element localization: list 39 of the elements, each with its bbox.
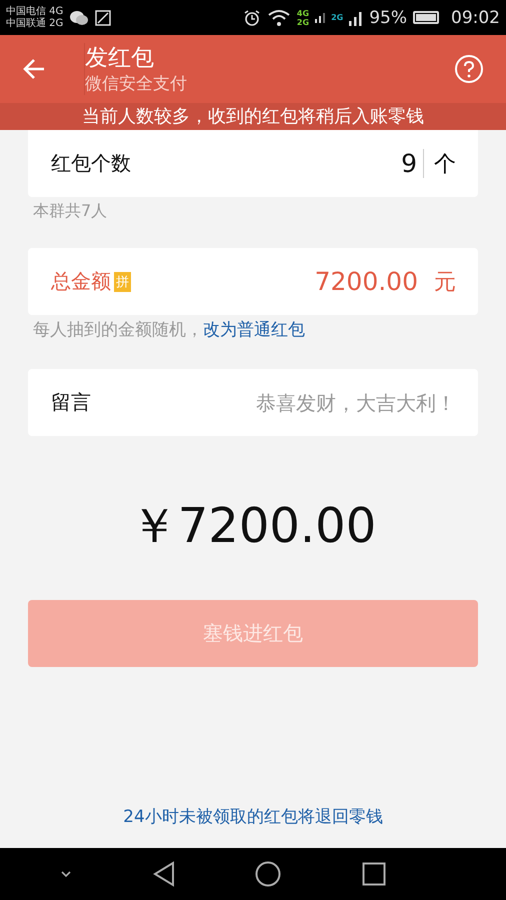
notice-banner: 当前人数较多，收到的红包将稍后入账零钱 (0, 103, 506, 130)
wifi-icon (266, 8, 291, 26)
count-label: 红包个数 (51, 150, 131, 177)
chevron-down-icon[interactable] (60, 870, 72, 878)
group-hint: 本群共7人 (33, 201, 108, 222)
switch-link[interactable]: 改为普通红包 (203, 320, 305, 340)
help-icon[interactable] (454, 54, 484, 84)
image-icon (95, 10, 112, 26)
battery-percent: 95% (369, 8, 407, 28)
back-triangle-icon[interactable] (152, 861, 175, 887)
chat-icon (69, 10, 90, 26)
random-hint: 每人抽到的金额随机， (33, 320, 203, 340)
signal-label: 4G (296, 8, 310, 18)
amount-input[interactable]: 7200.00 (131, 267, 424, 296)
amount-label: 总金额 (51, 268, 111, 295)
home-circle-icon[interactable] (255, 861, 282, 887)
total-amount: ￥7200.00 (128, 497, 378, 556)
carrier-label: 中国电信 4G (6, 6, 64, 18)
unit-label: 个 (434, 150, 456, 178)
signal-icon (315, 12, 326, 22)
unit-label: 元 (434, 268, 456, 296)
recents-square-icon[interactable] (362, 862, 386, 886)
signal-label: 2G (331, 13, 344, 22)
count-field[interactable]: 红包个数 9 个 (28, 130, 478, 197)
count-input[interactable]: 9 (131, 149, 424, 178)
page-subtitle: 微信安全支付 (85, 73, 188, 95)
back-icon[interactable] (22, 58, 46, 80)
battery-icon (413, 11, 439, 24)
page-title: 发红包 (85, 44, 155, 73)
message-input[interactable]: 恭喜发财，大吉大利！ (91, 390, 456, 414)
amount-field[interactable]: 总金额 拼 7200.00 元 (28, 248, 478, 315)
footer-note: 24小时未被领取的红包将退回零钱 (122, 806, 384, 828)
carrier-label: 中国联通 2G (6, 18, 64, 30)
alarm-icon (242, 8, 261, 26)
signal-label: 2G (296, 18, 310, 26)
message-label: 留言 (51, 389, 91, 416)
pin-badge: 拼 (114, 272, 131, 292)
clock: 09:02 (451, 8, 500, 28)
message-field[interactable]: 留言 恭喜发财，大吉大利！ (28, 369, 478, 436)
